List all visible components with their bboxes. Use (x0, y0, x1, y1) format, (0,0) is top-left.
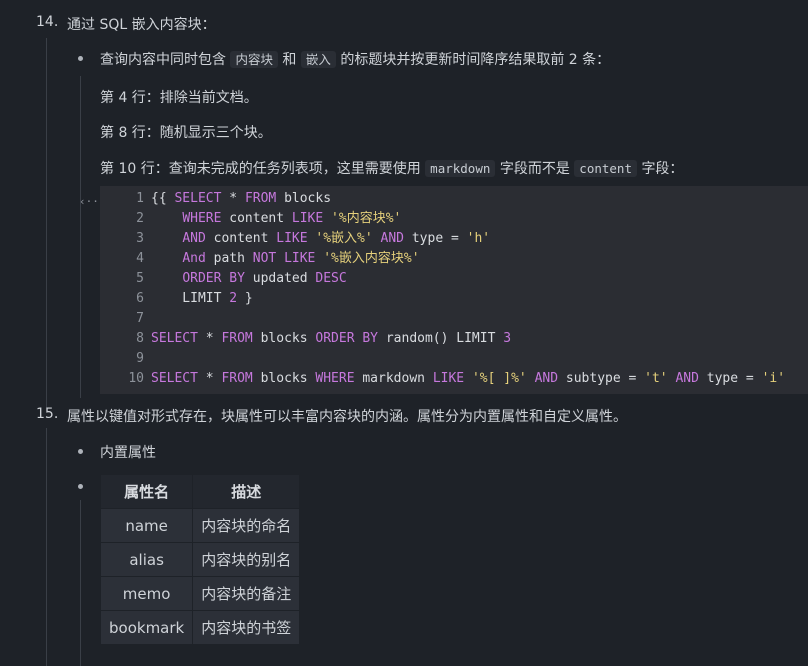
list-guide-15 (46, 428, 47, 666)
table-row: memo 内容块的备注 (99, 576, 301, 611)
code-line: AND content LIKE '%嵌入%' AND type = 'h' (182, 231, 491, 246)
table-row: bookmark 内容块的书签 (99, 610, 301, 645)
table-cell: 内容块的命名 (192, 508, 301, 543)
code-line: LIMIT 2 } (151, 291, 253, 306)
code-line: ORDER BY updated DESC (182, 271, 347, 286)
table-header: 描述 (192, 474, 301, 509)
table-row: name 内容块的命名 (99, 508, 301, 543)
code-line: WHERE content LIKE '%内容块%' (182, 211, 402, 226)
note-line-4: 第 4 行：排除当前文档。 (100, 90, 258, 106)
table-cell: 内容块的备注 (192, 576, 301, 611)
inline-code: 嵌入 (300, 51, 336, 68)
code-line: SELECT * FROM blocks WHERE markdown LIKE… (151, 371, 786, 386)
note-line-10: 第 10 行：查询未完成的任务列表项，这里需要使用 markdown 字段而不是… (100, 160, 684, 177)
list-item-14-title: 通过 SQL 嵌入内容块： (67, 17, 216, 33)
list-item-15-title: 属性以键值对形式存在，块属性可以丰富内容块的内涵。属性分为内置属性和自定义属性。 (67, 409, 627, 425)
line-number: 7 (136, 311, 144, 326)
line-number: 10 (128, 371, 144, 386)
bullet-dot (78, 449, 83, 454)
line-number: 3 (136, 231, 144, 246)
code-line: {{ SELECT * FROM blocks (151, 191, 332, 206)
builtin-properties-table: 属性名 描述 name 内容块的命名 alias 内容块的别名 memo 内容块… (99, 474, 301, 645)
inline-code: markdown (425, 160, 496, 177)
table-cell: name (99, 508, 194, 543)
table-cell: memo (99, 576, 194, 611)
table-cell: alias (99, 542, 194, 577)
bullet-guide-14 (80, 76, 81, 398)
bullet-guide-15 (80, 500, 81, 666)
line-number: 8 (136, 331, 144, 346)
line-number: 1 (136, 191, 144, 206)
line-number: 2 (136, 211, 144, 226)
table-cell: 内容块的书签 (192, 610, 301, 645)
code-line: SELECT * FROM blocks ORDER BY random() L… (151, 331, 512, 346)
bullet-text-builtin: 内置属性 (100, 445, 156, 461)
line-number: 6 (136, 291, 144, 306)
inline-code: 内容块 (230, 51, 278, 68)
bullet-dot (78, 56, 83, 61)
table-cell: 内容块的别名 (192, 542, 301, 577)
table-header: 属性名 (99, 474, 194, 509)
note-line-8: 第 8 行：随机显示三个块。 (100, 125, 272, 141)
line-number: 5 (136, 271, 144, 286)
line-number: 4 (136, 251, 144, 266)
table-row: alias 内容块的别名 (99, 542, 301, 577)
list-guide-14 (46, 38, 47, 408)
table-cell: bookmark (99, 610, 194, 645)
line-number: 9 (136, 351, 144, 366)
bullet-dot (78, 484, 83, 489)
list-number-14: 14. (36, 14, 59, 30)
list-number-15: 15. (36, 406, 59, 422)
bullet-text-query: 查询内容中同时包含 内容块 和 嵌入 的标题块并按更新时间降序结果取前 2 条： (100, 51, 611, 68)
inline-code: content (574, 160, 637, 177)
sql-code-block[interactable]: 1 {{ SELECT * FROM blocks 2 WHERE content… (100, 186, 808, 394)
code-line: And path NOT LIKE '%嵌入内容块%' (182, 251, 420, 266)
